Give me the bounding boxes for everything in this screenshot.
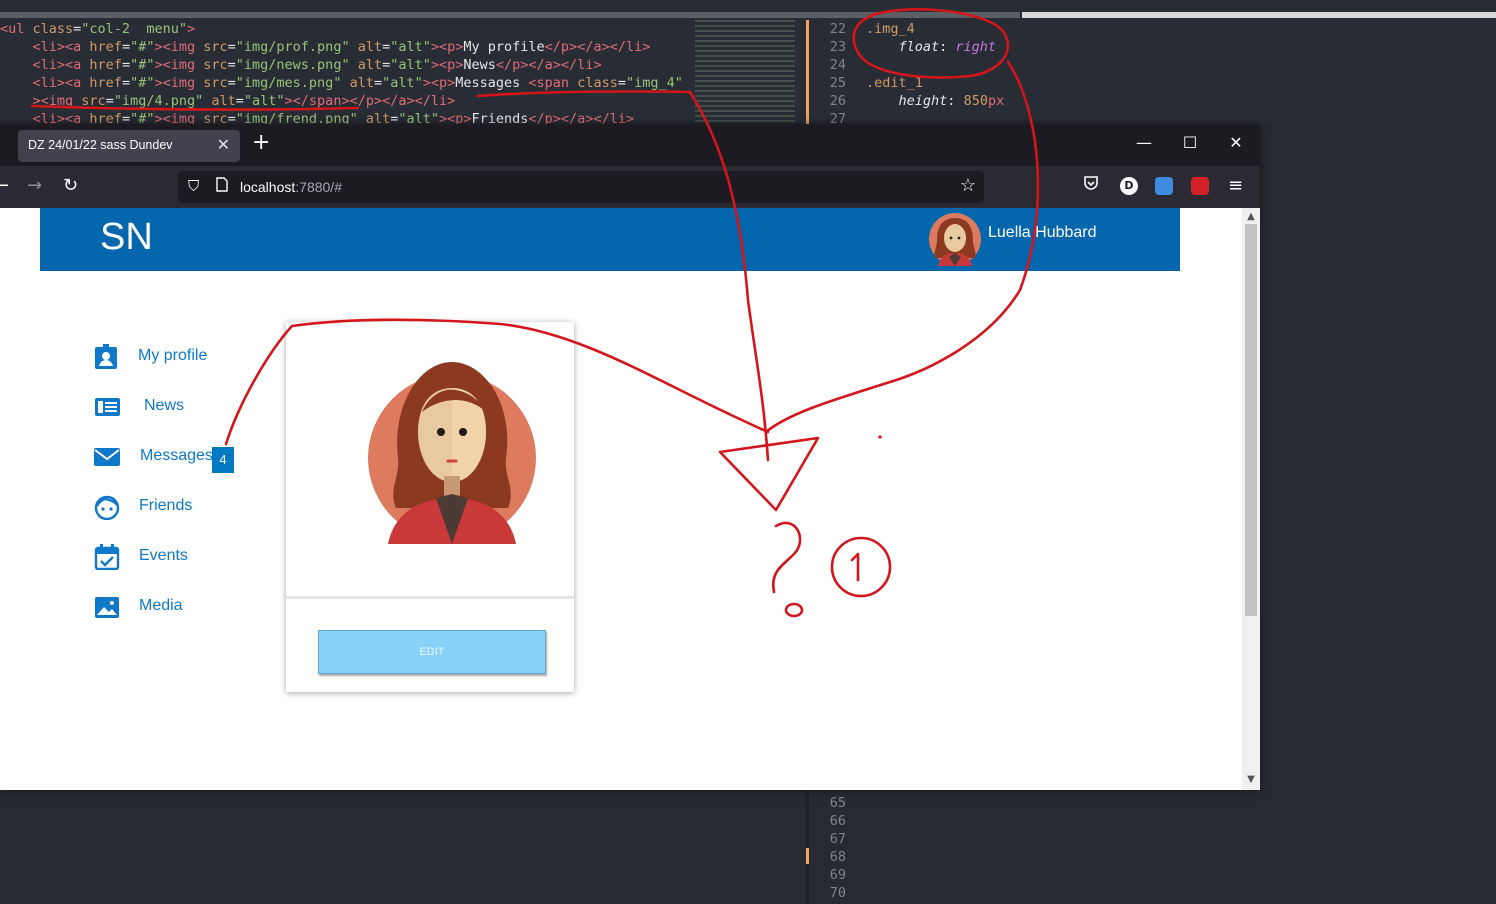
- line-number-gutter: 65 66 67 68 69 70: [820, 794, 846, 902]
- back-icon[interactable]: ←: [0, 175, 9, 196]
- menu-label-media[interactable]: Media: [139, 597, 183, 615]
- browser-toolbar: ← → ↻ ⛉ localhost:7880/# ☆ D ≡: [0, 166, 1260, 208]
- line-number: 69: [829, 867, 846, 883]
- browser-tab[interactable]: DZ 24/01/22 sass Dundev ✕: [18, 130, 240, 162]
- line-number: 67: [829, 831, 846, 847]
- minimize-button[interactable]: —: [1134, 133, 1154, 152]
- editor-modified-marker: [806, 20, 809, 124]
- line-number: 22: [829, 21, 846, 37]
- code-line: 24: [820, 56, 1496, 74]
- menu-item-news[interactable]: News: [94, 392, 274, 422]
- menu-label-events[interactable]: Events: [139, 547, 188, 565]
- address-bar[interactable]: ⛉ localhost:7880/# ☆: [178, 171, 984, 203]
- html-code-pane[interactable]: <ul class="col-2 menu"> <li><a href="#">…: [0, 20, 700, 128]
- page-info-icon[interactable]: [216, 177, 228, 196]
- card-divider: [286, 596, 574, 599]
- image-icon: [95, 597, 119, 618]
- menu-item-media[interactable]: Media: [94, 592, 274, 622]
- page-scrollbar[interactable]: ▲ ▼: [1242, 208, 1260, 790]
- url-text[interactable]: localhost:7880/#: [240, 179, 342, 195]
- menu-label-friends[interactable]: Friends: [139, 497, 192, 515]
- browser-titlebar: DZ 24/01/22 sass Dundev ✕ + — ☐ ✕: [0, 124, 1260, 166]
- news-icon: [95, 398, 120, 416]
- line-number: 70: [829, 885, 846, 901]
- new-tab-button[interactable]: +: [252, 130, 270, 155]
- page-viewport: SN Luella Hubbard My profile News Messag…: [0, 208, 1242, 790]
- forward-icon[interactable]: →: [27, 175, 42, 196]
- line-number: 66: [829, 813, 846, 829]
- edit-button[interactable]: EDIT: [318, 630, 546, 674]
- menu-item-friends[interactable]: Friends: [94, 492, 274, 522]
- bookmark-star-icon[interactable]: ☆: [960, 175, 976, 196]
- line-number: 24: [829, 57, 846, 73]
- menu-item-my-profile[interactable]: My profile: [94, 342, 274, 372]
- messages-count-badge: 4: [212, 447, 234, 473]
- line-number: 23: [829, 39, 846, 55]
- menu-label-my-profile[interactable]: My profile: [138, 347, 207, 365]
- line-number: 25: [829, 75, 846, 91]
- tab-close-icon[interactable]: ✕: [217, 135, 230, 155]
- account-avatar-icon[interactable]: D: [1120, 177, 1138, 195]
- calendar-icon: [94, 544, 120, 570]
- code-line: <ul class="col-2 menu">: [0, 21, 196, 37]
- friends-icon: [94, 495, 120, 520]
- menu-item-messages[interactable]: Messages 4: [94, 442, 274, 473]
- menu-item-events[interactable]: Events: [94, 542, 274, 572]
- browser-window: DZ 24/01/22 sass Dundev ✕ + — ☐ ✕ ← → ↻ …: [0, 124, 1260, 790]
- line-number: 26: [829, 93, 846, 109]
- profile-icon: [95, 344, 117, 369]
- profile-card: EDIT: [286, 322, 574, 692]
- menu-hamburger-icon[interactable]: ≡: [1228, 175, 1243, 196]
- code-line: <li><a href="#"><img src="img/prof.png" …: [32, 39, 651, 55]
- editor-tab-strip: [0, 12, 1020, 18]
- mail-icon: [94, 448, 120, 466]
- scroll-up-arrow-icon[interactable]: ▲: [1245, 211, 1257, 222]
- extension-camera-icon[interactable]: [1155, 177, 1173, 195]
- reload-icon[interactable]: ↻: [63, 175, 78, 196]
- code-line: <li><a href="#"><img src="img/news.png" …: [32, 57, 602, 73]
- editor-modified-marker: [806, 848, 809, 864]
- line-number: 68: [829, 849, 846, 865]
- scss-code-pane[interactable]: 22 .img_4 23 float: right 24 25 .edit_1 26 hei…: [820, 20, 1496, 128]
- code-line: 23 float: right: [820, 38, 1496, 56]
- tracking-shield-icon[interactable]: ⛉: [188, 178, 199, 195]
- maximize-button[interactable]: ☐: [1180, 133, 1200, 152]
- menu-label-messages[interactable]: Messages: [140, 447, 213, 465]
- code-line: 25 .edit_1: [820, 74, 1496, 92]
- code-line: <li><a href="#"><img src="img/mes.png" a…: [32, 75, 683, 91]
- user-avatar[interactable]: [928, 212, 982, 266]
- tab-title: DZ 24/01/22 sass Dundev: [28, 138, 173, 152]
- site-logo[interactable]: SN: [100, 216, 153, 259]
- code-line: 26 height: 850px: [820, 92, 1496, 110]
- code-line: ><img src="img/4.png" alt="alt"></span><…: [32, 93, 456, 109]
- pocket-icon[interactable]: [1083, 175, 1099, 195]
- code-editor: <ul class="col-2 menu"> <li><a href="#">…: [0, 0, 1496, 127]
- close-window-button[interactable]: ✕: [1226, 133, 1246, 152]
- line-number: 65: [829, 795, 846, 811]
- editor-tab-strip-right: [1022, 12, 1496, 18]
- editor-minimap[interactable]: [695, 20, 795, 124]
- scroll-down-arrow-icon[interactable]: ▼: [1245, 774, 1257, 785]
- menu-label-news[interactable]: News: [144, 397, 184, 415]
- code-line: 22 .img_4: [820, 20, 1496, 38]
- user-name[interactable]: Luella Hubbard: [988, 224, 1097, 242]
- profile-avatar: [368, 362, 536, 544]
- extension-red-icon[interactable]: [1191, 177, 1209, 195]
- scrollbar-thumb[interactable]: [1245, 224, 1257, 616]
- site-header: SN Luella Hubbard: [40, 208, 1180, 271]
